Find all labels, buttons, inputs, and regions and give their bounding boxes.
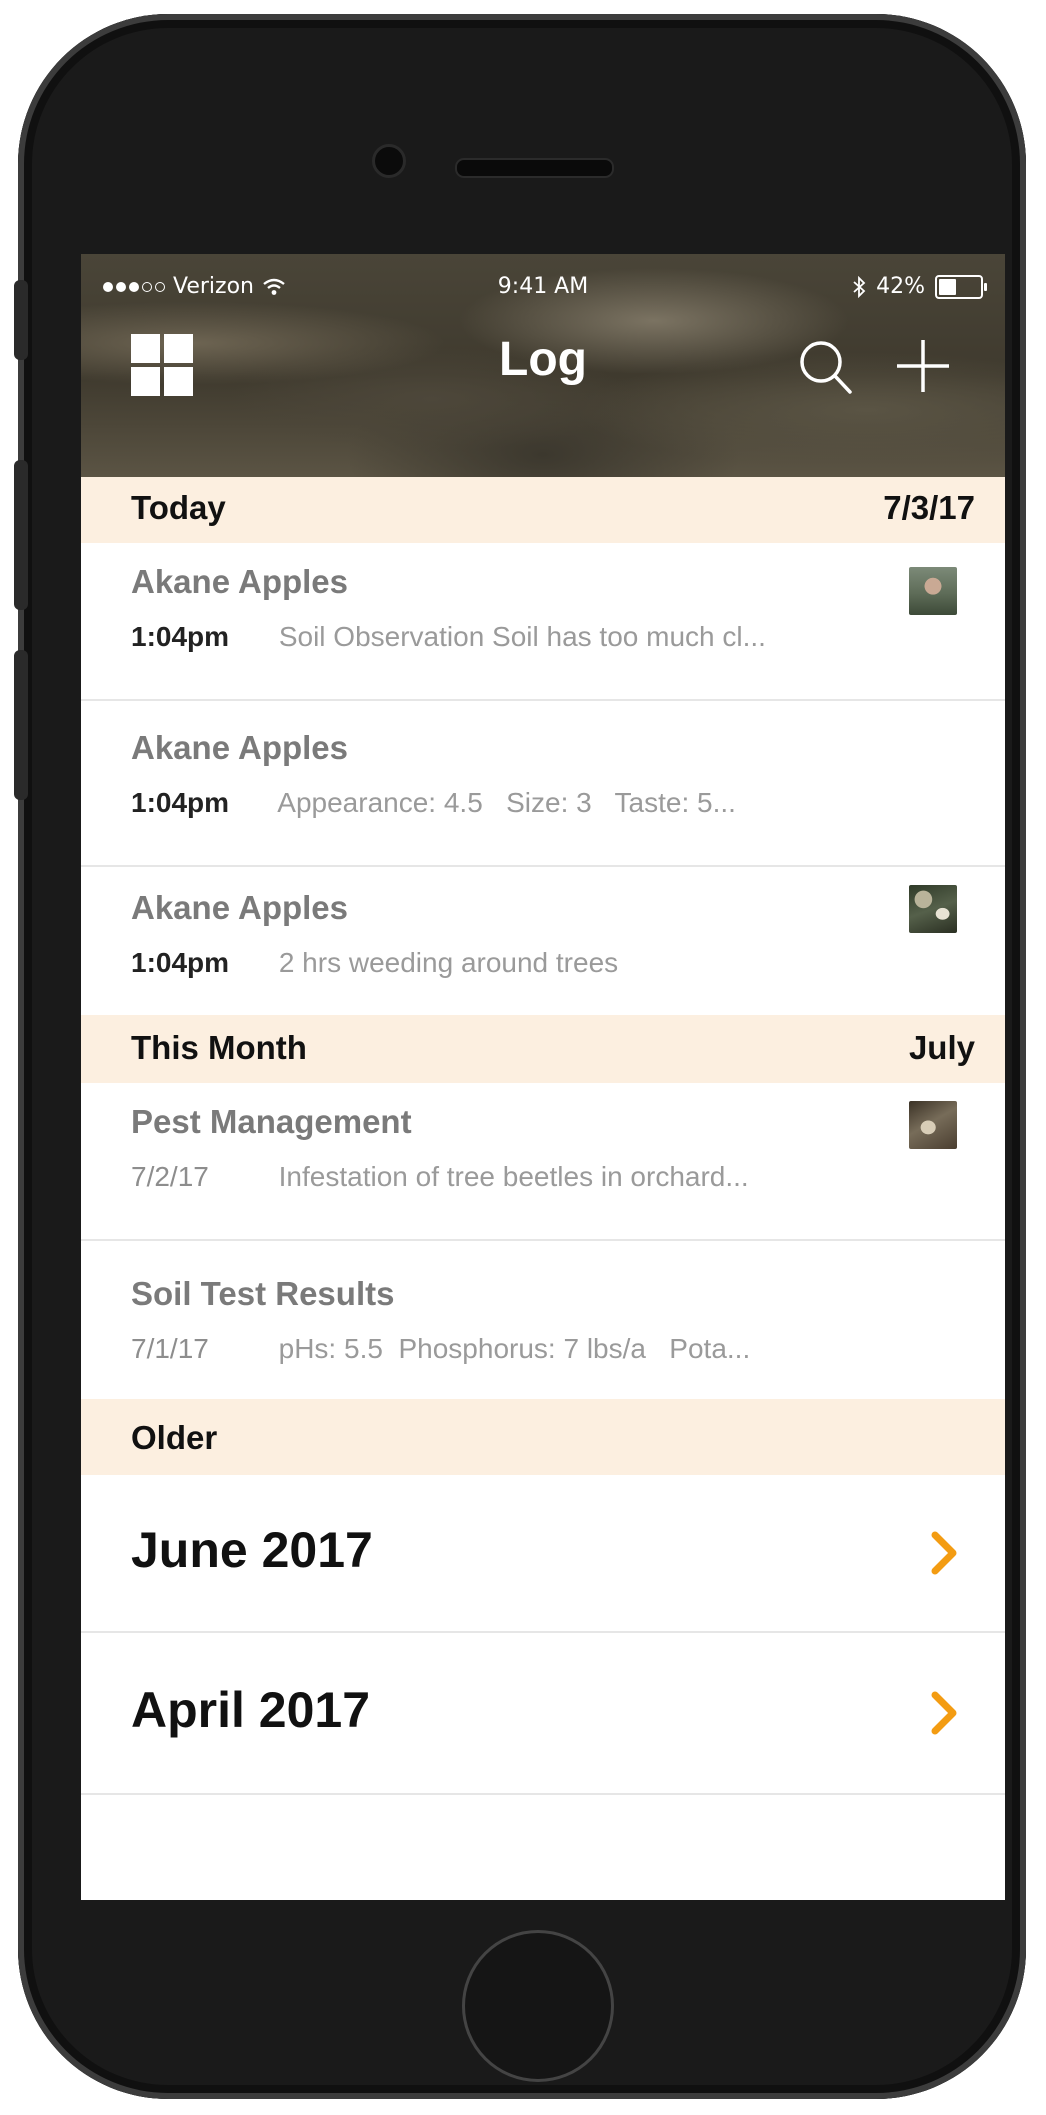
mute-switch xyxy=(14,280,28,360)
entry-text: pHs: 5.5 Phosphorus: 7 lbs/a Pota... xyxy=(278,1333,751,1364)
entry-date: 7/1/17 xyxy=(131,1333,209,1364)
battery-icon xyxy=(935,274,987,299)
entry-time: 1:04pm xyxy=(131,947,230,978)
entry-text: Infestation of tree beetles in orchard..… xyxy=(278,1161,749,1192)
older-month-row[interactable]: June 2017 xyxy=(81,1475,1005,1633)
section-older-label: Older xyxy=(131,1419,218,1456)
entry-name: Akane Apples xyxy=(131,729,349,766)
section-month-label: This Month xyxy=(131,1029,307,1066)
entry-summary: 7/2/17 Infestation of tree beetles in or… xyxy=(131,1161,749,1193)
section-today-label: Today xyxy=(131,489,226,526)
page-title: Log xyxy=(499,333,587,386)
log-entry[interactable]: Pest Management 7/2/17 Infestation of tr… xyxy=(81,1083,1005,1241)
volume-up-button xyxy=(14,460,28,610)
entry-thumbnail xyxy=(909,885,957,933)
entry-summary: 7/1/17 pHs: 5.5 Phosphorus: 7 lbs/a Pota… xyxy=(131,1333,750,1365)
entry-summary: 1:04pm Soil Observation Soil has too muc… xyxy=(131,621,766,653)
entry-text: Soil Observation Soil has too much cl... xyxy=(278,621,766,652)
older-month-row[interactable]: April 2017 xyxy=(81,1633,1005,1795)
header: Verizon 9:41 AM 42% Log xyxy=(81,254,1005,477)
log-entry[interactable]: Akane Apples 1:04pm Appearance: 4.5 Size… xyxy=(81,701,1005,867)
entry-summary: 1:04pm Appearance: 4.5 Size: 3 Taste: 5.… xyxy=(131,787,736,819)
entry-date: 7/2/17 xyxy=(131,1161,209,1192)
log-entry[interactable]: Soil Test Results 7/1/17 pHs: 5.5 Phosph… xyxy=(81,1241,1005,1399)
plus-icon[interactable] xyxy=(893,336,953,396)
log-entry[interactable]: Akane Apples 1:04pm 2 hrs weeding around… xyxy=(81,867,1005,1015)
entry-time: 1:04pm xyxy=(131,787,230,818)
entry-thumbnail xyxy=(909,1101,957,1149)
front-camera xyxy=(372,144,406,178)
log-entry[interactable]: Akane Apples 1:04pm Soil Observation Soi… xyxy=(81,543,1005,701)
section-month-date: July xyxy=(908,1029,975,1066)
entry-time: 1:04pm xyxy=(131,621,230,652)
search-icon[interactable] xyxy=(797,338,853,398)
earpiece-speaker xyxy=(455,158,614,178)
chevron-right-icon xyxy=(931,1691,957,1735)
section-today: Today 7/3/17 xyxy=(81,477,1005,543)
entry-name: Akane Apples xyxy=(131,563,349,600)
entry-thumbnail xyxy=(909,567,957,615)
status-bar: Verizon 9:41 AM 42% xyxy=(81,254,1005,320)
older-month-label: April 2017 xyxy=(131,1682,371,1738)
entry-name: Pest Management xyxy=(131,1103,412,1140)
entry-name: Soil Test Results xyxy=(131,1275,395,1312)
app-screen: Verizon 9:41 AM 42% Log Today 7/3/17 Aka… xyxy=(81,254,1005,1900)
section-today-date: 7/3/17 xyxy=(883,489,975,526)
entry-text: Appearance: 4.5 Size: 3 Taste: 5... xyxy=(277,787,736,818)
chevron-right-icon xyxy=(931,1531,957,1575)
bluetooth-icon xyxy=(853,275,866,298)
section-this-month: This Month July xyxy=(81,1015,1005,1083)
entry-name: Akane Apples xyxy=(131,889,349,926)
entry-text: 2 hrs weeding around trees xyxy=(278,947,619,978)
battery-percent: 42% xyxy=(876,274,925,299)
home-button[interactable] xyxy=(462,1930,614,2082)
section-older: Older xyxy=(81,1399,1005,1475)
older-month-label: June 2017 xyxy=(131,1522,373,1578)
volume-down-button xyxy=(14,650,28,800)
entry-summary: 1:04pm 2 hrs weeding around trees xyxy=(131,947,618,979)
